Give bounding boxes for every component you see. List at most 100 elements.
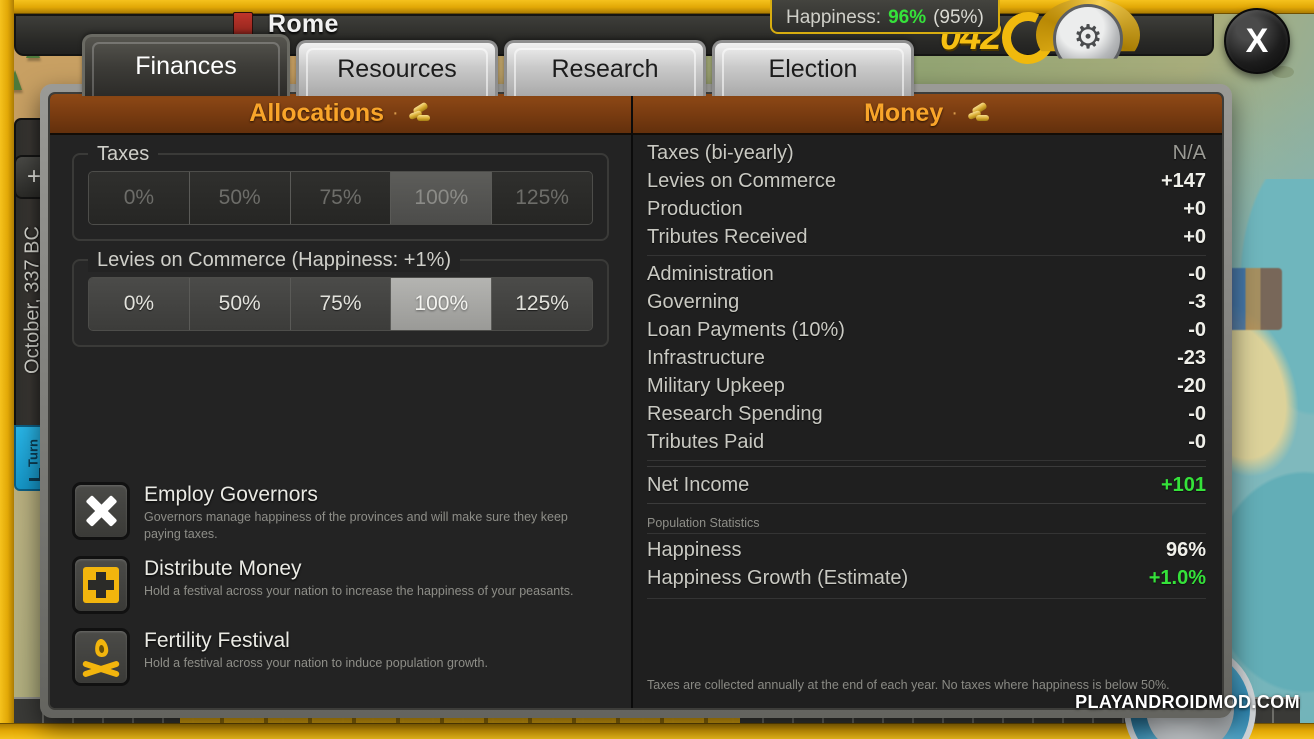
row-label: Loan Payments (10%) xyxy=(647,319,845,341)
levies-option-50[interactable]: 50% xyxy=(189,278,291,330)
money-row: Tributes Received +0 xyxy=(647,223,1206,256)
action-description: Hold a festival across your nation to in… xyxy=(144,584,574,598)
row-label: Tributes Received xyxy=(647,226,808,248)
taxes-option-75[interactable]: 75% xyxy=(290,172,392,224)
taxes-segmented-control[interactable]: 0% 50% 75% 100% 125% xyxy=(88,171,593,225)
population-statistics-label: Population Statistics xyxy=(647,516,1206,534)
action-text-block: Fertility Festival Hold a festival acros… xyxy=(144,628,488,672)
money-row: Infrastructure -23 xyxy=(647,344,1206,372)
money-title: Money xyxy=(864,99,944,127)
settings-button-assembly[interactable]: ⚙ xyxy=(994,0,1140,72)
gold-bars-icon xyxy=(407,101,432,123)
row-label: Infrastructure xyxy=(647,347,765,369)
row-value: +101 xyxy=(1160,474,1206,496)
campfire-icon xyxy=(82,638,120,678)
action-list: Employ Governors Governors manage happin… xyxy=(72,476,609,694)
row-value: -0 xyxy=(1188,403,1206,425)
levies-option-100[interactable]: 100% xyxy=(391,278,493,330)
happiness-value: 96% xyxy=(888,6,927,28)
row-value: -3 xyxy=(1188,291,1206,313)
levies-option-125[interactable]: 125% xyxy=(492,278,592,330)
action-title: Distribute Money xyxy=(144,557,302,580)
taxes-option-100[interactable]: 100% xyxy=(391,172,493,224)
settings-button[interactable]: ⚙ xyxy=(1053,4,1123,59)
action-description: Hold a festival across your nation to in… xyxy=(144,656,488,670)
row-label: Happiness xyxy=(647,539,742,561)
row-value: N/A xyxy=(1172,142,1206,164)
money-row: Taxes (bi-yearly) N/A xyxy=(647,139,1206,167)
row-label: Taxes (bi-yearly) xyxy=(647,142,794,164)
levies-segmented-control[interactable]: 0% 50% 75% 100% 125% xyxy=(88,277,593,331)
close-button[interactable]: X xyxy=(1224,8,1290,74)
row-value: 96% xyxy=(1165,539,1206,561)
money-row: Levies on Commerce +147 xyxy=(647,167,1206,195)
divider xyxy=(647,598,1206,599)
row-label: Administration xyxy=(647,263,774,285)
action-fertility-festival[interactable]: Fertility Festival Hold a festival acros… xyxy=(72,622,609,694)
row-label: Happiness Growth (Estimate) xyxy=(647,567,909,589)
population-row: Happiness Growth (Estimate) +1.0% xyxy=(647,564,1206,592)
cross-x-icon xyxy=(84,494,118,528)
tab-election[interactable]: Election xyxy=(712,40,914,96)
money-row: Production +0 xyxy=(647,195,1206,223)
action-text-block: Distribute Money Hold a festival across … xyxy=(144,556,573,600)
money-column: Money · Taxes (bi-yearly) N/A Levies on … xyxy=(633,94,1222,708)
watermark: PLAYANDROIDMOD.COM xyxy=(1075,692,1300,712)
gold-bars-icon xyxy=(966,101,991,123)
happiness-indicator: Happiness: 96% (95%) xyxy=(770,0,1000,34)
money-row: Loan Payments (10%) -0 xyxy=(647,316,1206,344)
distribute-money-icon-button[interactable] xyxy=(72,556,130,614)
plus-box-icon xyxy=(83,567,119,603)
row-value: +147 xyxy=(1160,170,1206,192)
taxes-option-0[interactable]: 0% xyxy=(89,172,190,224)
frame-left xyxy=(0,0,14,739)
row-value: -0 xyxy=(1188,263,1206,285)
allocations-column: Allocations · Taxes 0% 50% 75% 100% 125%… xyxy=(50,94,633,708)
header-separator: · xyxy=(951,102,958,124)
taxes-legend: Taxes xyxy=(88,143,159,166)
tab-research[interactable]: Research xyxy=(504,40,706,96)
action-employ-governors[interactable]: Employ Governors Governors manage happin… xyxy=(72,476,609,550)
money-row: Administration -0 xyxy=(647,260,1206,288)
action-title: Employ Governors xyxy=(144,483,318,506)
row-label: Governing xyxy=(647,291,740,313)
money-breakdown-list: Taxes (bi-yearly) N/A Levies on Commerce… xyxy=(633,135,1222,599)
row-label: Military Upkeep xyxy=(647,375,785,397)
row-value: -0 xyxy=(1188,319,1206,341)
money-row: Military Upkeep -20 xyxy=(647,372,1206,400)
taxes-option-50[interactable]: 50% xyxy=(189,172,291,224)
net-income-row: Net Income +101 xyxy=(647,466,1206,504)
row-label: Tributes Paid xyxy=(647,431,765,453)
allocations-title: Allocations xyxy=(249,99,385,127)
row-value: -0 xyxy=(1188,431,1206,453)
action-distribute-money[interactable]: Distribute Money Hold a festival across … xyxy=(72,550,609,622)
money-row: Research Spending -0 xyxy=(647,400,1206,428)
row-value: -20 xyxy=(1177,375,1206,397)
fertility-festival-icon-button[interactable] xyxy=(72,628,130,686)
action-text-block: Employ Governors Governors manage happin… xyxy=(144,482,596,542)
levies-legend: Levies on Commerce (Happiness: +1%) xyxy=(88,249,461,272)
row-label: Research Spending xyxy=(647,403,823,425)
header-separator: · xyxy=(392,102,399,124)
tab-resources[interactable]: Resources xyxy=(296,40,498,96)
taxes-option-125[interactable]: 125% xyxy=(492,172,592,224)
action-description: Governors manage happiness of the provin… xyxy=(144,510,568,541)
row-label: Levies on Commerce xyxy=(647,170,836,192)
finances-dialog: Allocations · Taxes 0% 50% 75% 100% 125%… xyxy=(40,84,1232,718)
levies-field: Levies on Commerce (Happiness: +1%) 0% 5… xyxy=(72,249,609,347)
gear-icon: ⚙ xyxy=(1073,18,1103,55)
money-row: Governing -3 xyxy=(647,288,1206,316)
taxes-field: Taxes 0% 50% 75% 100% 125% xyxy=(72,143,609,241)
levies-option-0[interactable]: 0% xyxy=(89,278,190,330)
row-value: +0 xyxy=(1183,226,1206,248)
turn-label: Turn xyxy=(25,439,41,467)
tab-finances[interactable]: Finances xyxy=(82,34,290,96)
row-value: -23 xyxy=(1177,347,1206,369)
row-value: +1.0% xyxy=(1148,567,1206,589)
employ-governors-icon-button[interactable] xyxy=(72,482,130,540)
row-label: Net Income xyxy=(647,474,750,496)
frame-bottom xyxy=(0,723,1314,739)
levies-option-75[interactable]: 75% xyxy=(290,278,392,330)
dialog-body: Allocations · Taxes 0% 50% 75% 100% 125%… xyxy=(48,92,1224,710)
money-header: Money · xyxy=(633,94,1222,135)
